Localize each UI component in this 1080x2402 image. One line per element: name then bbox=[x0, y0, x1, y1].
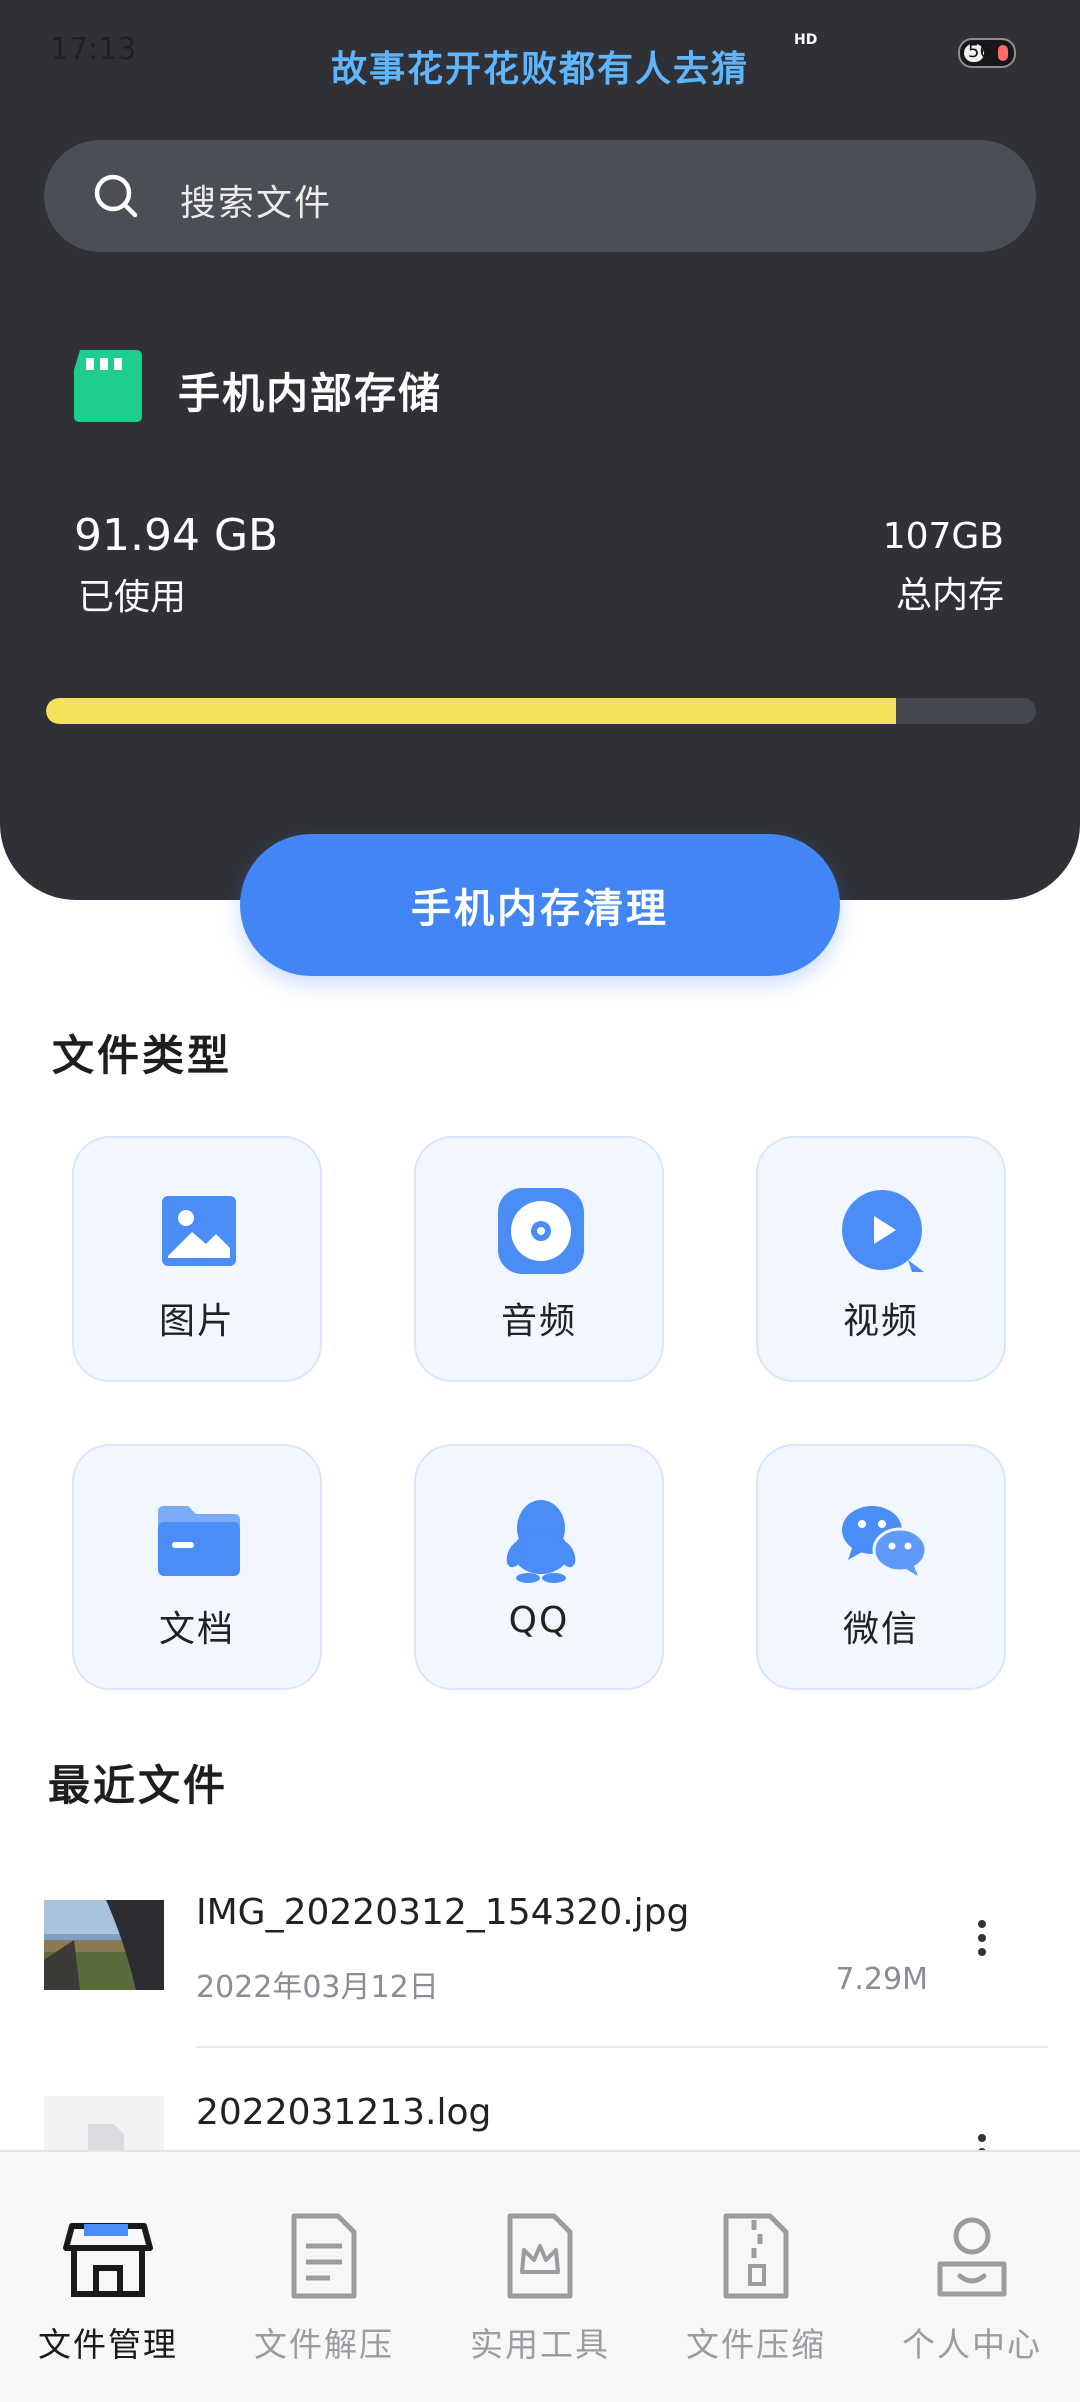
total-storage-label: 总内存 bbox=[895, 575, 1004, 616]
total-storage-value: 107GB bbox=[882, 516, 1004, 557]
tab-tools[interactable]: 实用工具 bbox=[432, 2152, 648, 2402]
zip-file-icon bbox=[723, 2213, 789, 2299]
crown-doc-icon bbox=[507, 2213, 573, 2299]
document-icon bbox=[291, 2213, 357, 2299]
file-name: IMG_20220312_154320.jpg bbox=[196, 1892, 690, 1933]
recent-file-row[interactable]: IMG_20220312_154320.jpg 2022年03月12日 7.29… bbox=[0, 1880, 1080, 2050]
file-type-label: QQ bbox=[508, 1600, 570, 1641]
list-divider bbox=[196, 2046, 1048, 2048]
folder-icon bbox=[158, 1506, 240, 1576]
tab-label: 文件管理 bbox=[38, 2325, 178, 2364]
file-type-label: 视频 bbox=[842, 1301, 919, 1342]
file-type-label: 图片 bbox=[158, 1301, 235, 1342]
more-options-icon[interactable] bbox=[962, 2128, 1002, 2150]
file-type-qq[interactable]: QQ bbox=[414, 1444, 664, 1690]
file-type-video[interactable]: 视频 bbox=[756, 1136, 1006, 1382]
user-icon bbox=[937, 2217, 1007, 2297]
more-options-icon[interactable] bbox=[962, 1914, 1002, 1974]
file-name: 2022031213.log bbox=[196, 2092, 492, 2133]
file-type-documents[interactable]: 文档 bbox=[72, 1444, 322, 1690]
image-icon bbox=[162, 1196, 236, 1266]
file-size: 7.29M bbox=[835, 1962, 928, 1997]
recent-files-title: 最近文件 bbox=[48, 1761, 229, 1810]
file-type-label: 文档 bbox=[158, 1609, 235, 1650]
battery-level: 56 bbox=[968, 41, 991, 62]
file-type-audio[interactable]: 音频 bbox=[414, 1136, 664, 1382]
wechat-icon bbox=[842, 1506, 928, 1576]
recent-file-row[interactable]: 2022031213.log bbox=[0, 2090, 1080, 2150]
photo-thumbnail bbox=[44, 1900, 164, 1990]
tab-label: 个人中心 bbox=[902, 2325, 1042, 2364]
hd-indicator: HD bbox=[794, 32, 818, 48]
tab-label: 文件解压 bbox=[254, 2325, 394, 2364]
file-type-label: 音频 bbox=[500, 1301, 577, 1342]
used-storage-value: 91.94 GB bbox=[74, 510, 279, 561]
file-thumbnail bbox=[44, 2096, 164, 2150]
status-motto: 故事花开花败都有人去猜 bbox=[330, 49, 749, 90]
tab-profile[interactable]: 个人中心 bbox=[864, 2152, 1080, 2402]
file-type-images[interactable]: 图片 bbox=[72, 1136, 322, 1382]
search-placeholder: 搜索文件 bbox=[180, 183, 333, 224]
storage-usage-bar bbox=[46, 698, 1036, 724]
file-type-label: 微信 bbox=[842, 1609, 919, 1650]
storage-header: 17:13 故事花开花败都有人去猜 HD 56 搜索文件 手机内部存储 91.9… bbox=[0, 0, 1080, 900]
tab-file-compress[interactable]: 文件压缩 bbox=[648, 2152, 864, 2402]
used-storage-label: 已使用 bbox=[78, 577, 187, 618]
search-icon bbox=[94, 174, 138, 218]
qq-penguin-icon bbox=[506, 1500, 576, 1583]
storage-title: 手机内部存储 bbox=[178, 369, 443, 418]
sd-card-icon bbox=[74, 350, 142, 422]
file-types-title: 文件类型 bbox=[52, 1031, 233, 1080]
status-bar: 17:13 故事花开花败都有人去猜 HD 56 bbox=[0, 0, 1080, 110]
file-type-wechat[interactable]: 微信 bbox=[756, 1444, 1006, 1690]
tab-file-extract[interactable]: 文件解压 bbox=[216, 2152, 432, 2402]
file-date: 2022年03月12日 bbox=[196, 1970, 439, 2005]
store-icon bbox=[63, 2223, 153, 2297]
tab-label: 实用工具 bbox=[470, 2325, 610, 2364]
audio-disc-icon bbox=[498, 1188, 584, 1274]
clean-storage-button[interactable]: 手机内存清理 bbox=[240, 834, 840, 976]
tab-label: 文件压缩 bbox=[686, 2325, 826, 2364]
search-bar[interactable]: 搜索文件 bbox=[44, 140, 1036, 252]
storage-usage-fill bbox=[46, 698, 897, 724]
battery-icon: 56 bbox=[958, 38, 1016, 68]
video-play-icon bbox=[842, 1190, 924, 1272]
bottom-tab-bar: 文件管理 文件解压 实用工具 文件压缩 个人中心 bbox=[0, 2150, 1080, 2402]
tab-file-manager[interactable]: 文件管理 bbox=[0, 2152, 216, 2402]
